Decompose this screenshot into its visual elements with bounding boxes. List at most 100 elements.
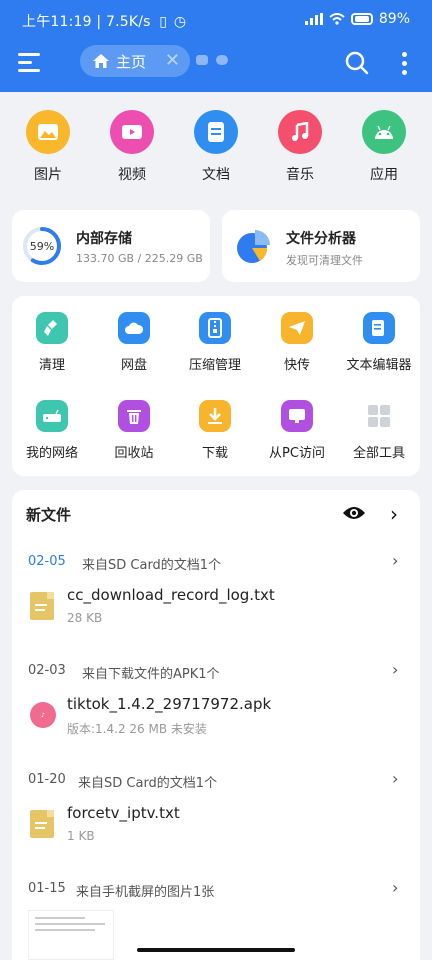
storage-title: 内部存储 bbox=[76, 231, 132, 247]
category-documents[interactable]: 文档 bbox=[176, 110, 256, 190]
android-icon bbox=[362, 110, 406, 154]
search-icon[interactable] bbox=[344, 50, 370, 76]
tool-compress[interactable]: 压缩管理 bbox=[175, 312, 255, 373]
group-source[interactable]: 来自SD Card的文档1个 bbox=[78, 772, 217, 791]
cloud-icon bbox=[118, 312, 150, 344]
tool-label: 全部工具 bbox=[352, 446, 405, 461]
tool-label: 下载 bbox=[201, 446, 228, 461]
file-name[interactable]: forcetv_iptv.txt bbox=[67, 804, 180, 822]
signal-icon bbox=[304, 13, 323, 25]
zip-icon bbox=[199, 312, 231, 344]
menu-icon[interactable] bbox=[18, 51, 44, 73]
video-icon bbox=[110, 110, 154, 154]
analyzer-subtitle: 发现可清理文件 bbox=[286, 254, 363, 267]
file-meta: 版本:1.4.2 26 MB 未安装 bbox=[67, 722, 207, 736]
download-icon bbox=[199, 400, 231, 432]
tool-clean[interactable]: 清理 bbox=[12, 312, 92, 373]
eye-icon[interactable] bbox=[342, 504, 366, 522]
battery-icon bbox=[350, 13, 373, 25]
category-label: 应用 bbox=[370, 167, 398, 183]
tool-label: 快传 bbox=[283, 358, 310, 373]
tool-label: 回收站 bbox=[114, 446, 154, 461]
app-header: 上午11:19 | 7.5K/s ▯ ◷ 89% 主页 ✕ bbox=[0, 0, 432, 92]
tab-home[interactable]: 主页 ✕ bbox=[80, 45, 190, 77]
chevron-right-icon[interactable]: › bbox=[390, 502, 398, 526]
category-label: 文档 bbox=[202, 167, 230, 183]
new-files-card: 新文件 › 02-05 来自SD Card的文档1个 › cc_download… bbox=[12, 490, 420, 960]
internal-storage-card[interactable]: 59% 内部存储 133.70 GB / 225.29 GB bbox=[12, 210, 210, 282]
new-files-title: 新文件 bbox=[26, 506, 72, 524]
tool-text-editor[interactable]: 文本编辑器 bbox=[339, 312, 419, 373]
status-bar: 上午11:19 | 7.5K/s ▯ ◷ 89% bbox=[0, 0, 432, 40]
status-right: 89% bbox=[304, 11, 410, 27]
tool-label: 从PC访问 bbox=[269, 446, 325, 461]
file-name[interactable]: tiktok_1.4.2_29717972.apk bbox=[67, 695, 271, 713]
storage-detail: 133.70 GB / 225.29 GB bbox=[76, 252, 203, 265]
category-label: 音乐 bbox=[286, 167, 314, 183]
file-meta: 1 KB bbox=[67, 829, 95, 843]
group-date: 02-03 bbox=[28, 663, 66, 678]
wifi-icon bbox=[329, 13, 345, 25]
status-time-speed: 上午11:19 | 7.5K/s ▯ ◷ bbox=[22, 11, 186, 31]
grid-icon bbox=[363, 400, 395, 432]
category-videos[interactable]: 视频 bbox=[92, 110, 172, 190]
group-source[interactable]: 来自下载文件的APK1个 bbox=[82, 663, 220, 682]
tiktok-app-icon: ♪ bbox=[30, 702, 56, 728]
alarm-icon: ◷ bbox=[173, 14, 187, 30]
tool-all-tools[interactable]: 全部工具 bbox=[339, 400, 419, 461]
storage-percent: 59% bbox=[29, 240, 55, 253]
txt-file-icon bbox=[30, 810, 54, 838]
tool-cloud-drive[interactable]: 网盘 bbox=[94, 312, 174, 373]
category-label: 图片 bbox=[34, 167, 62, 183]
chevron-right-icon[interactable]: › bbox=[392, 551, 398, 570]
chat-icon bbox=[196, 55, 208, 65]
screenshot-thumbnail[interactable] bbox=[28, 910, 114, 960]
tool-download[interactable]: 下载 bbox=[175, 400, 255, 461]
file-name[interactable]: cc_download_record_log.txt bbox=[67, 586, 275, 604]
category-row: 图片 视频 文档 音乐 应用 bbox=[0, 110, 432, 190]
more-icon[interactable] bbox=[396, 50, 414, 76]
tool-label: 网盘 bbox=[120, 358, 147, 373]
home-indicator[interactable] bbox=[137, 948, 295, 952]
chevron-right-icon[interactable]: › bbox=[392, 769, 398, 788]
send-icon bbox=[281, 312, 313, 344]
chevron-right-icon[interactable]: › bbox=[392, 878, 398, 897]
status-text: 上午11:19 | 7.5K/s bbox=[22, 14, 151, 30]
tool-label: 文本编辑器 bbox=[346, 358, 412, 373]
router-icon bbox=[36, 400, 68, 432]
category-music[interactable]: 音乐 bbox=[260, 110, 340, 190]
tool-label: 清理 bbox=[38, 358, 65, 373]
group-source[interactable]: 来自手机截屏的图片1张 bbox=[76, 881, 214, 900]
tool-pc-access[interactable]: 从PC访问 bbox=[257, 400, 337, 461]
group-date: 01-20 bbox=[28, 772, 66, 787]
group-date: 01-15 bbox=[28, 881, 66, 896]
battery-percent: 89% bbox=[378, 11, 410, 27]
txt-file-icon bbox=[30, 592, 54, 620]
vibrate-icon: ▯ bbox=[159, 14, 168, 30]
pc-icon bbox=[281, 400, 313, 432]
broom-icon bbox=[36, 312, 68, 344]
document-icon bbox=[194, 110, 238, 154]
category-label: 视频 bbox=[118, 167, 146, 183]
tool-recycle-bin[interactable]: 回收站 bbox=[94, 400, 174, 461]
close-icon[interactable]: ✕ bbox=[165, 51, 180, 71]
tool-label: 我的网络 bbox=[25, 446, 78, 461]
trash-icon bbox=[118, 400, 150, 432]
chevron-right-icon[interactable]: › bbox=[392, 660, 398, 679]
file-meta: 28 KB bbox=[67, 611, 103, 625]
pie-chart-icon bbox=[237, 230, 270, 263]
category-apps[interactable]: 应用 bbox=[344, 110, 424, 190]
tab-indicators bbox=[196, 55, 228, 65]
analyzer-title: 文件分析器 bbox=[286, 231, 356, 247]
file-analyzer-card[interactable]: 文件分析器 发现可清理文件 bbox=[222, 210, 420, 282]
image-icon bbox=[26, 110, 70, 154]
home-icon bbox=[93, 54, 109, 68]
category-images[interactable]: 图片 bbox=[8, 110, 88, 190]
tool-label: 压缩管理 bbox=[188, 358, 241, 373]
text-editor-icon bbox=[363, 312, 395, 344]
tool-quick-send[interactable]: 快传 bbox=[257, 312, 337, 373]
group-source[interactable]: 来自SD Card的文档1个 bbox=[82, 554, 221, 573]
cloud-icon bbox=[216, 55, 228, 65]
tool-my-network[interactable]: 我的网络 bbox=[12, 400, 92, 461]
group-date: 02-05 bbox=[28, 554, 66, 569]
